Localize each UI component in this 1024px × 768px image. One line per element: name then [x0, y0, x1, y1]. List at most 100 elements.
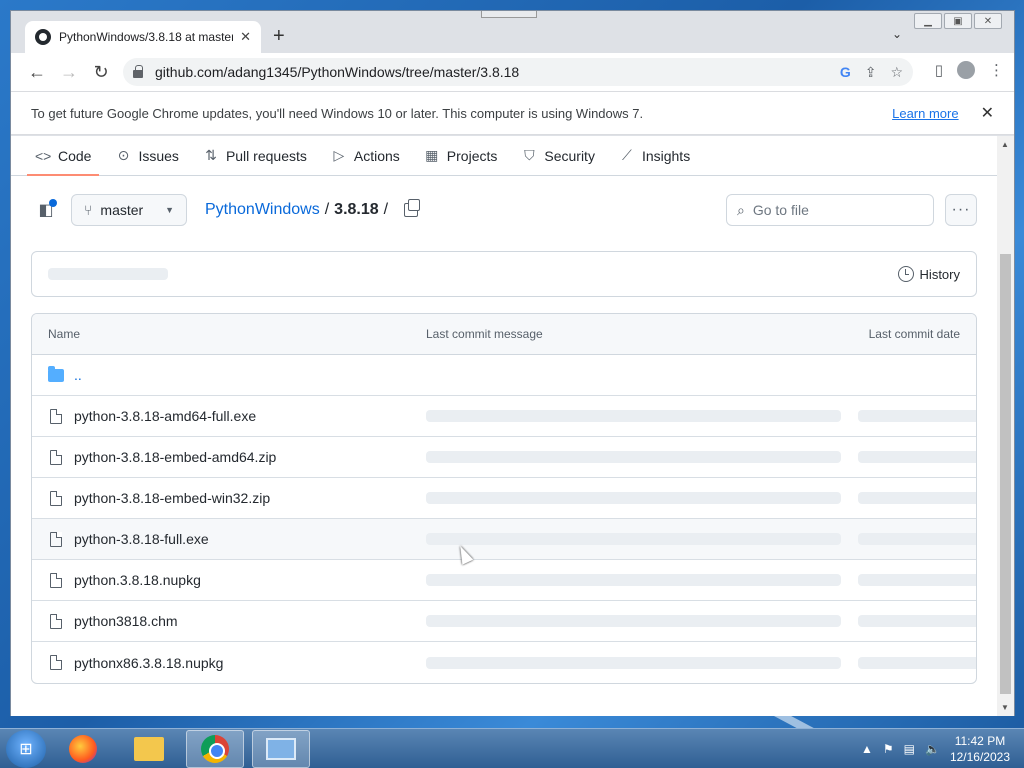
file-icon [50, 573, 62, 588]
tab-insights[interactable]: ⟋ Insights [619, 136, 690, 176]
forward-arrow-icon[interactable]: → [53, 62, 85, 83]
tray-expand-icon[interactable]: ▲ [861, 742, 873, 756]
table-row[interactable]: python-3.8.18-embed-amd64.zip [32, 437, 976, 478]
file-icon [50, 655, 62, 670]
history-clock-icon [897, 266, 914, 282]
windows-taskbar: ⊞ ▲ ⚑ ▤ 🔈 11:42 PM 12/16/2023 [0, 728, 1024, 768]
tab-pull-requests[interactable]: ⇅ Pull requests [203, 136, 307, 176]
chrome-icon [201, 734, 229, 763]
infobar-close-icon[interactable]: ✕ [981, 103, 994, 123]
commit-message-skeleton [426, 451, 841, 463]
file-tree-toggle-button[interactable]: ◧ [31, 195, 61, 225]
repo-nav: <> Code ⊙ Issues ⇅ Pull requests ▷ Actio… [11, 136, 997, 176]
scroll-up-arrow-icon[interactable]: ▲ [1001, 140, 1009, 149]
clock[interactable]: 11:42 PM 12/16/2023 [950, 733, 1010, 765]
header-name: Name [48, 327, 81, 341]
file-name-link[interactable]: python3818.chm [74, 613, 178, 629]
go-to-file-input[interactable]: ⌕ Go to file [726, 194, 934, 226]
parent-directory-row[interactable]: .. [32, 355, 976, 396]
tab-search-chevron-icon[interactable]: ⌄ [892, 27, 902, 41]
taskbar-explorer[interactable] [120, 730, 178, 768]
volume-icon[interactable]: 🔈 [925, 742, 940, 756]
browser-tab[interactable]: PythonWindows/3.8.18 at master ✕ [25, 21, 261, 53]
header-last-commit-date: Last commit date [868, 327, 960, 341]
tab-projects[interactable]: ▦ Projects [424, 136, 497, 176]
file-name-link[interactable]: python-3.8.18-embed-amd64.zip [74, 449, 276, 465]
commit-date-skeleton [858, 574, 976, 586]
file-name-link[interactable]: python-3.8.18-full.exe [74, 531, 209, 547]
branch-selector-button[interactable]: ⑂ master ▼ [71, 194, 187, 226]
taskbar-chrome[interactable] [186, 729, 244, 768]
commit-date-skeleton [858, 615, 976, 627]
start-button[interactable]: ⊞ [6, 729, 46, 768]
network-icon[interactable]: ▤ [904, 742, 915, 756]
table-row[interactable]: python-3.8.18-embed-win32.zip [32, 478, 976, 519]
side-panel-icon[interactable]: ▯ [935, 61, 943, 79]
kebab-horizontal-icon: ··· [951, 201, 971, 218]
url-text: github.com/adang1345/PythonWindows/tree/… [155, 64, 520, 80]
table-row[interactable]: python.3.8.18.nupkg [32, 560, 976, 601]
file-name-link[interactable]: python-3.8.18-embed-win32.zip [74, 490, 270, 506]
share-icon[interactable]: ⇪ [865, 64, 877, 81]
commit-date-skeleton [858, 656, 976, 669]
file-name-link[interactable]: pythonx86.3.8.18.nupkg [74, 655, 223, 671]
tab-issues[interactable]: ⊙ Issues [115, 136, 179, 176]
shield-icon: ⛉ [524, 147, 535, 163]
copy-path-icon[interactable] [404, 199, 421, 217]
more-options-button[interactable]: ··· [945, 194, 977, 226]
windows-logo-icon: ⊞ [19, 740, 33, 758]
tab-pull-requests-label: Pull requests [225, 147, 307, 164]
page-scrollbar[interactable]: ▲ ▼ [997, 136, 1014, 716]
tab-security[interactable]: ⛉ Security [521, 136, 595, 176]
action-center-flag-icon[interactable]: ⚑ [883, 742, 894, 756]
breadcrumb-row: ◧ ⑂ master ▼ PythonWindows / 3.8.18 / ⌕ … [31, 194, 977, 226]
play-icon: ▷ [333, 147, 345, 163]
commit-message-skeleton [426, 615, 841, 627]
infobar-message: To get future Google Chrome updates, you… [31, 105, 644, 121]
breadcrumb-trailing-separator: / [383, 201, 389, 218]
browser-toolbar: ← → ↻ github.com/adang1345/PythonWindows… [11, 53, 1014, 91]
reload-icon[interactable]: ↻ [85, 62, 117, 83]
update-infobar: To get future Google Chrome updates, you… [11, 91, 1014, 135]
tab-actions-label: Actions [353, 147, 400, 164]
kebab-menu-icon[interactable]: ⋮ [989, 61, 1004, 79]
commit-message-skeleton [426, 410, 841, 422]
branch-name: master [100, 202, 144, 218]
tab-close-icon[interactable]: ✕ [240, 29, 251, 45]
caret-down-icon: ▼ [165, 205, 174, 215]
table-row[interactable]: python-3.8.18-full.exe [32, 519, 976, 560]
table-row[interactable]: python-3.8.18-amd64-full.exe [32, 396, 976, 437]
tab-code[interactable]: <> Code [26, 136, 101, 176]
latest-commit-box: History [31, 251, 977, 297]
scroll-down-arrow-icon[interactable]: ▼ [1001, 703, 1009, 712]
bookmark-star-icon[interactable]: ☆ [890, 64, 903, 81]
git-branch-icon: ⑂ [84, 202, 93, 218]
tab-code-label: Code [58, 147, 92, 164]
file-name-link[interactable]: python-3.8.18-amd64-full.exe [74, 408, 256, 424]
profile-avatar[interactable] [957, 61, 975, 79]
address-bar[interactable]: github.com/adang1345/PythonWindows/tree/… [123, 58, 913, 86]
tab-actions[interactable]: ▷ Actions [331, 136, 400, 176]
tab-security-label: Security [544, 147, 595, 164]
issue-icon: ⊙ [117, 147, 130, 163]
parent-directory-link[interactable]: .. [74, 367, 82, 383]
commit-message-skeleton [426, 492, 841, 504]
table-row[interactable]: python3818.chm [32, 601, 976, 642]
file-name-link[interactable]: python.3.8.18.nupkg [74, 572, 201, 588]
taskbar-firefox[interactable] [54, 730, 112, 768]
taskbar-remote-desktop[interactable] [252, 729, 310, 768]
folder-explorer-icon [134, 736, 164, 761]
google-lens-icon[interactable]: G [840, 64, 851, 81]
history-label: History [919, 266, 960, 282]
commit-date-skeleton [858, 451, 976, 463]
learn-more-link[interactable]: Learn more [892, 106, 958, 121]
breadcrumb-repo-link[interactable]: PythonWindows [205, 201, 320, 219]
file-icon [50, 614, 62, 629]
back-arrow-icon[interactable]: ← [21, 62, 53, 83]
scrollbar-thumb[interactable] [1000, 254, 1011, 694]
folder-icon [48, 366, 64, 382]
new-tab-button[interactable]: + [273, 25, 285, 48]
history-button[interactable]: History [897, 266, 960, 282]
table-row[interactable]: pythonx86.3.8.18.nupkg [32, 642, 976, 683]
omnibox-icons: G ⇪ ☆ [840, 64, 903, 81]
